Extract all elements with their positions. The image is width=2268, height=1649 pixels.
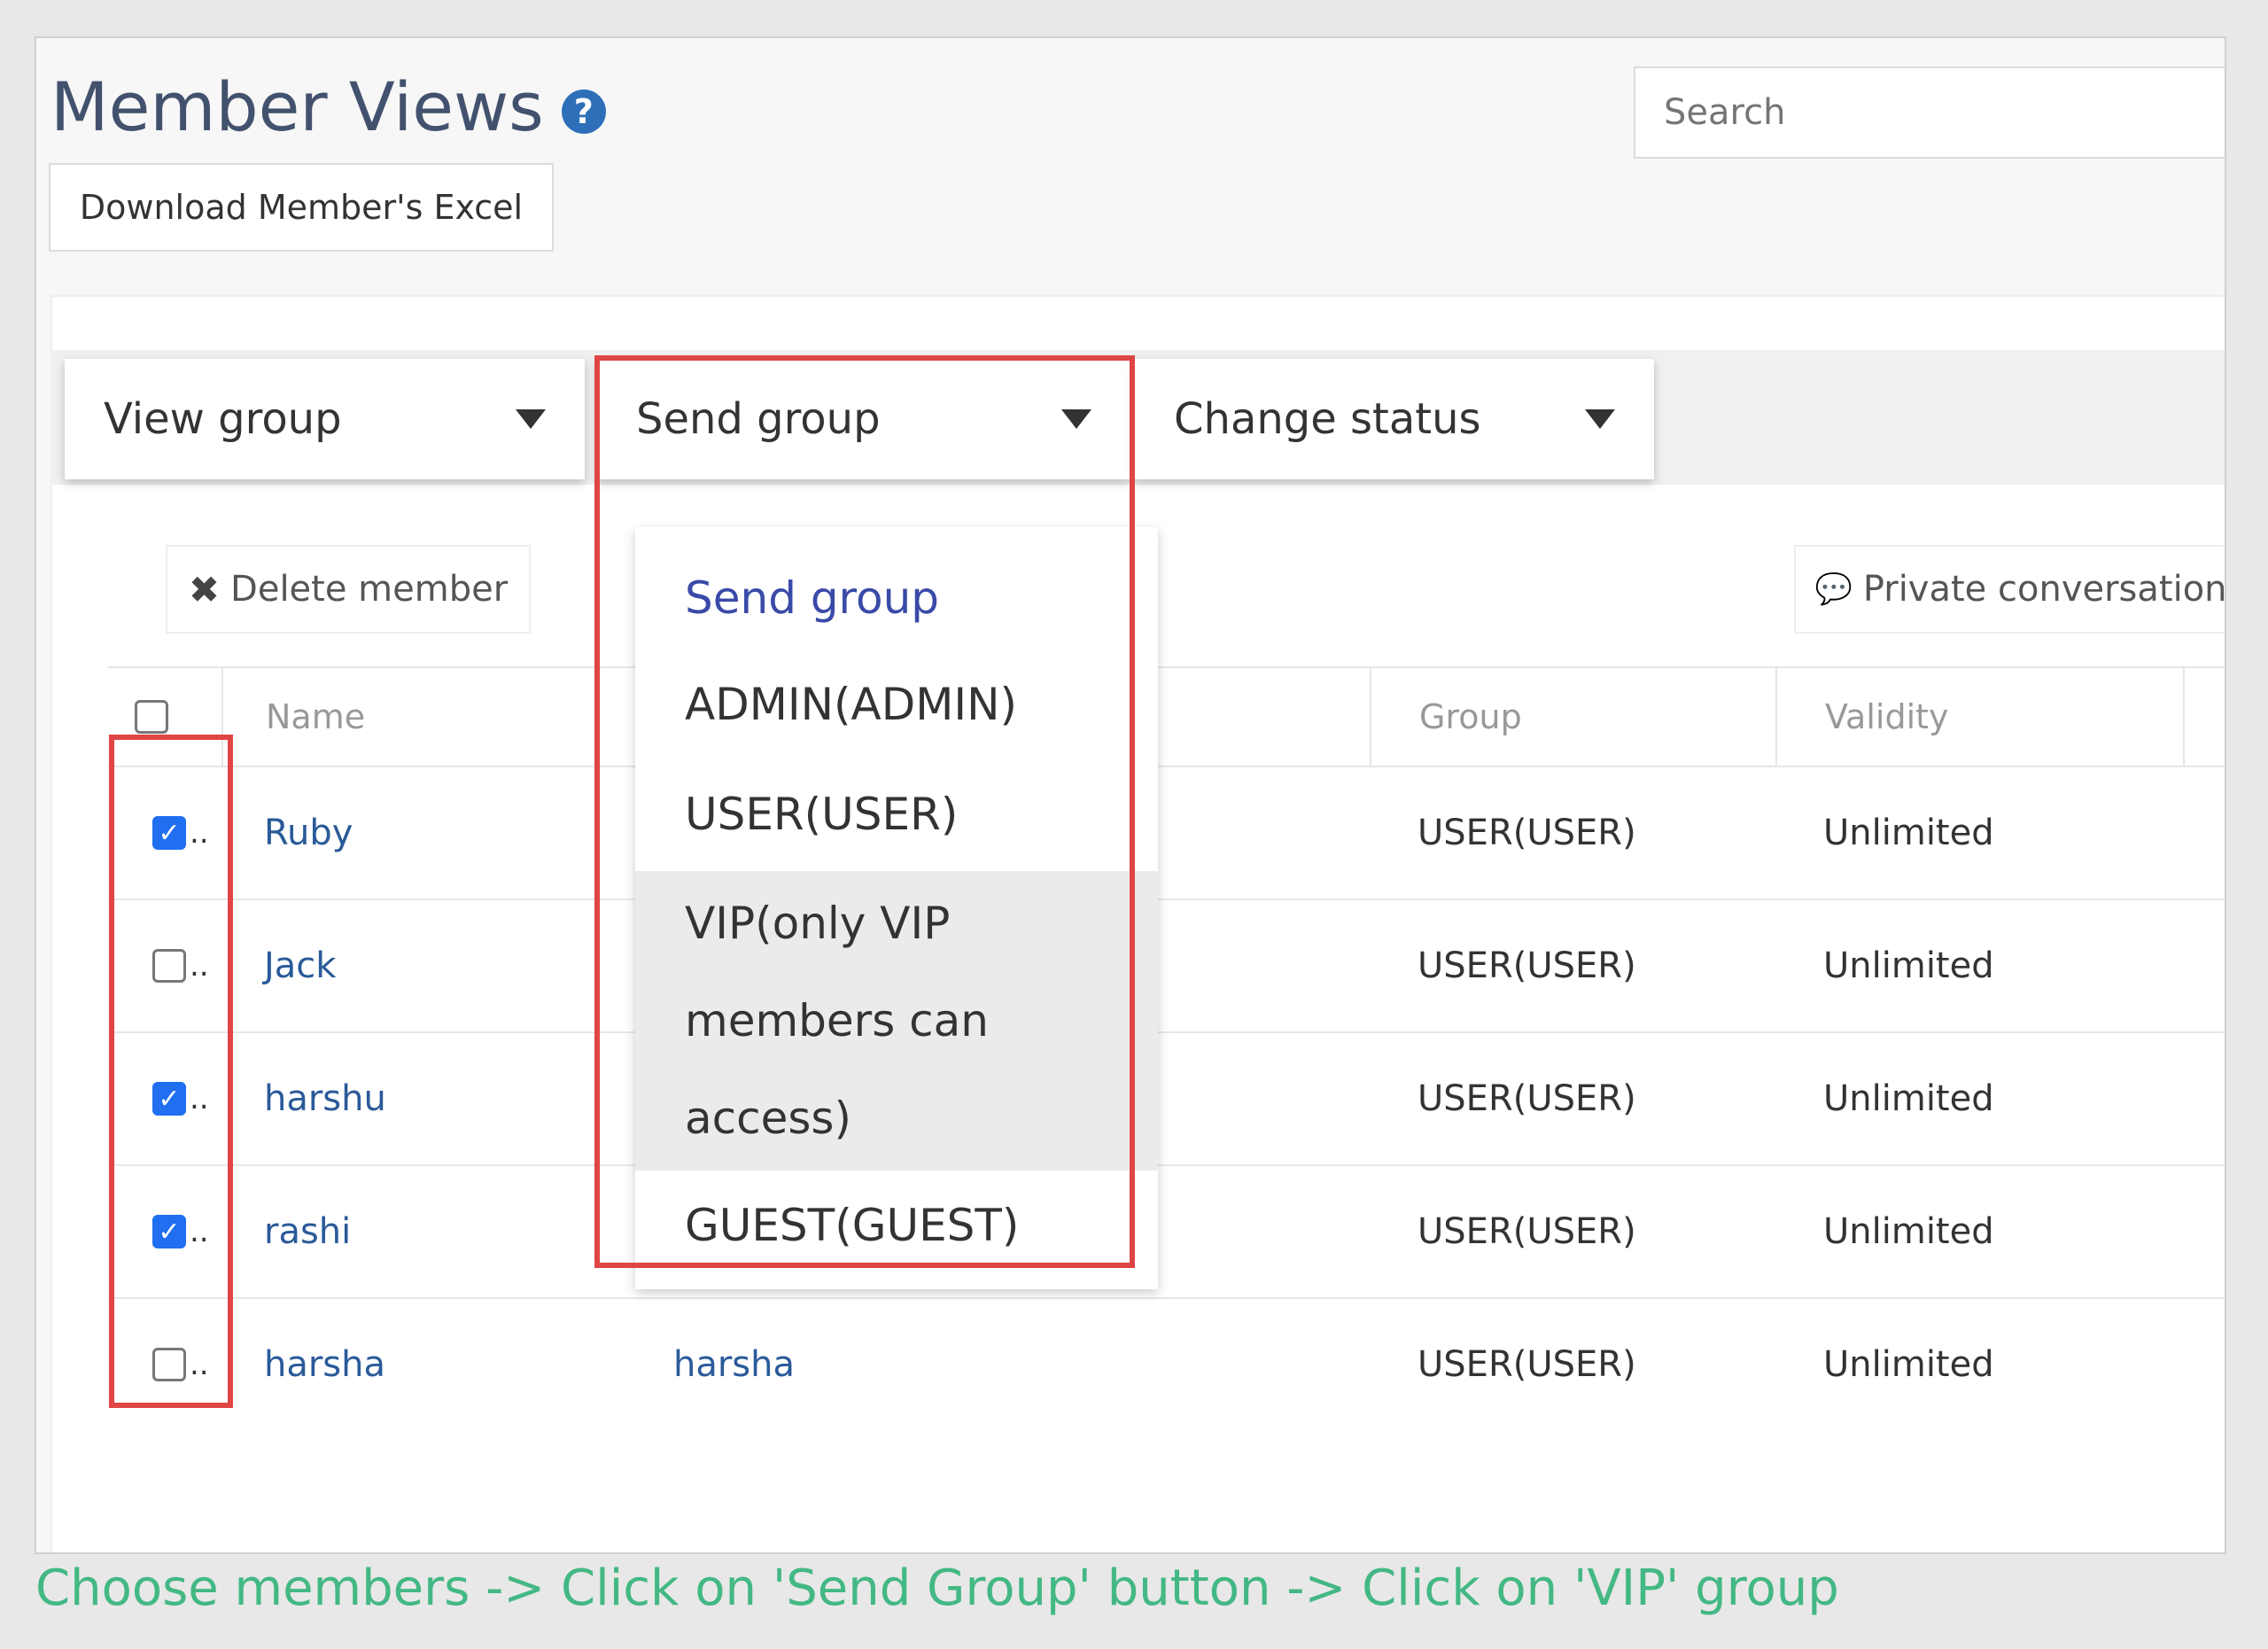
chevron-down-icon xyxy=(1061,409,1091,429)
vip-line-1: VIP(only VIP xyxy=(685,898,951,949)
member-name-link[interactable]: Jack xyxy=(264,900,336,1031)
search-input[interactable] xyxy=(1634,66,2225,159)
page-title-text: Member Views xyxy=(50,67,544,146)
member-validity: Unlimited xyxy=(1823,813,1994,853)
instruction-caption: Choose members -> Click on 'Send Group' … xyxy=(35,1560,1839,1617)
member-validity: Unlimited xyxy=(1823,1344,1994,1385)
close-icon: ✖ xyxy=(188,567,221,611)
table-row[interactable]: .. harsha harsha USER(USER) Unlimited xyxy=(108,1299,2225,1430)
table-header-row: Name Group Validity xyxy=(108,668,2225,767)
send-group-menu: Send group ADMIN(ADMIN) USER(USER) VIP(o… xyxy=(635,527,1158,1289)
table-row[interactable]: ✓.. rashi USER(USER) Unlimited xyxy=(108,1166,2225,1299)
change-status-label: Change status xyxy=(1174,394,1481,444)
delete-member-button[interactable]: ✖ Delete member xyxy=(166,545,531,634)
column-header-group: Group xyxy=(1419,697,1522,736)
row-checkbox[interactable] xyxy=(152,1348,186,1381)
help-icon[interactable]: ? xyxy=(561,89,606,134)
row-checkbox[interactable]: ✓ xyxy=(152,816,186,850)
table-row[interactable]: .. Jack USER(USER) Unlimited xyxy=(108,900,2225,1033)
table-row[interactable]: ✓.. harshu USER(USER) Unlimited xyxy=(108,1033,2225,1166)
member-validity: Unlimited xyxy=(1823,1211,1994,1252)
member-name-link[interactable]: rashi xyxy=(264,1166,351,1297)
send-group-dropdown[interactable]: Send group xyxy=(597,359,1130,479)
member-group: USER(USER) xyxy=(1418,1078,1636,1119)
page-title: Member Views ? xyxy=(50,74,606,141)
table-row[interactable]: ✓.. Ruby USER(USER) Unlimited xyxy=(108,767,2225,900)
select-all-cell xyxy=(135,668,168,766)
send-group-label: Send group xyxy=(636,394,881,444)
row-select-cell: ✓.. xyxy=(152,1166,209,1297)
view-group-label: View group xyxy=(104,394,342,444)
member-views-screen: Member Views ? Download Member's Excel V… xyxy=(35,36,2226,1554)
row-checkbox[interactable] xyxy=(152,949,186,983)
menu-item-send-group[interactable]: Send group xyxy=(635,545,1158,651)
member-validity: Unlimited xyxy=(1823,945,1994,986)
private-conversation-label: Private conversation xyxy=(1862,569,2226,610)
chevron-down-icon xyxy=(1585,409,1615,429)
column-header-name: Name xyxy=(266,697,366,736)
chat-icon: 💬 xyxy=(1814,572,1852,607)
menu-item-admin[interactable]: ADMIN(ADMIN) xyxy=(635,651,1158,758)
member-group: USER(USER) xyxy=(1418,1211,1636,1252)
column-header-validity: Validity xyxy=(1825,697,1949,736)
member-nickname-link[interactable]: harsha xyxy=(673,1299,795,1430)
menu-item-user[interactable]: USER(USER) xyxy=(635,758,1158,871)
member-name-link[interactable]: harsha xyxy=(264,1299,385,1430)
delete-member-label: Delete member xyxy=(230,569,509,610)
menu-item-guest[interactable]: GUEST(GUEST) xyxy=(635,1171,1158,1280)
row-checkbox[interactable]: ✓ xyxy=(152,1082,186,1116)
menu-item-vip[interactable]: VIP(only VIP members can access) xyxy=(635,871,1158,1171)
view-group-dropdown[interactable]: View group xyxy=(65,359,585,479)
download-excel-button[interactable]: Download Member's Excel xyxy=(49,163,554,252)
private-conversation-button[interactable]: 💬 Private conversation xyxy=(1794,545,2226,634)
vip-line-3: access) xyxy=(685,1093,851,1144)
row-select-cell: ✓.. xyxy=(152,767,209,898)
row-select-cell: .. xyxy=(152,1299,209,1430)
member-name-link[interactable]: harshu xyxy=(264,1033,386,1164)
select-all-checkbox[interactable] xyxy=(135,700,168,734)
member-group: USER(USER) xyxy=(1418,813,1636,853)
vip-line-2: members can xyxy=(685,995,989,1046)
row-select-cell: ✓.. xyxy=(152,1033,209,1164)
change-status-dropdown[interactable]: Change status xyxy=(1135,359,1654,479)
row-checkbox[interactable]: ✓ xyxy=(152,1215,186,1248)
member-group: USER(USER) xyxy=(1418,945,1636,986)
member-name-link[interactable]: Ruby xyxy=(264,767,353,898)
action-bar: ✖ Delete member 💬 Private conversation xyxy=(108,485,2226,666)
row-select-cell: .. xyxy=(152,900,209,1031)
members-table: Name Group Validity ✓.. Ruby USER(USER) … xyxy=(108,666,2225,1430)
member-validity: Unlimited xyxy=(1823,1078,1994,1119)
chevron-down-icon xyxy=(516,409,546,429)
member-group: USER(USER) xyxy=(1418,1344,1636,1385)
